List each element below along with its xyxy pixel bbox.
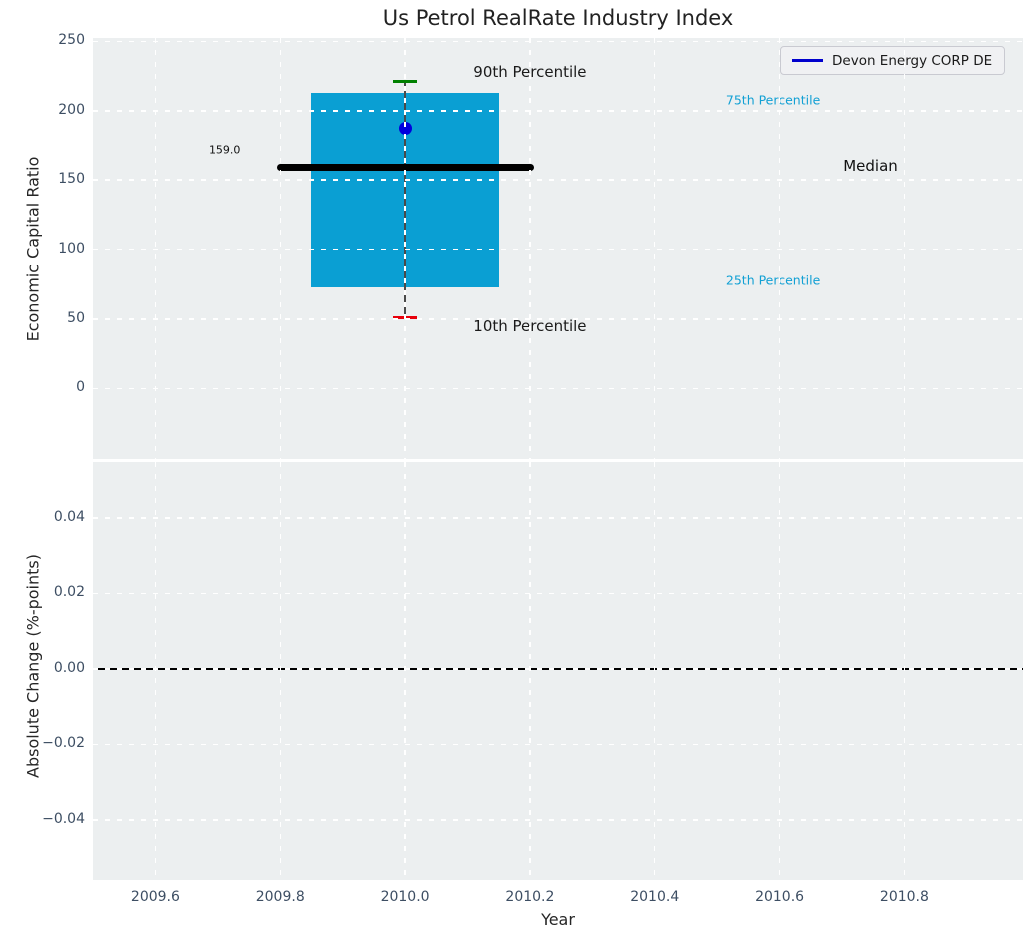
y-tick-label-top: 100 bbox=[58, 240, 85, 257]
y-tick-label-bottom: 0.02 bbox=[53, 584, 85, 601]
y-tick-label-bottom: −0.02 bbox=[42, 735, 85, 752]
x-tick-label: 2009.6 bbox=[130, 889, 180, 905]
y-tick-label-bottom: −0.04 bbox=[42, 810, 85, 827]
gridline-vertical bbox=[903, 462, 906, 880]
gridline-vertical bbox=[154, 462, 157, 880]
gridline-horizontal bbox=[93, 179, 1023, 181]
gridline-horizontal bbox=[93, 819, 1023, 821]
x-tick-label: 2010.8 bbox=[879, 889, 929, 905]
gridline-vertical bbox=[654, 462, 656, 880]
y-tick-label-bottom: 0.04 bbox=[53, 508, 85, 525]
gridline-vertical bbox=[279, 462, 281, 880]
x-tick-label: 2009.8 bbox=[255, 889, 305, 905]
gridline-vertical bbox=[778, 462, 781, 880]
figure-root: Us Petrol RealRate Industry Index Econom… bbox=[0, 0, 1034, 942]
legend-line-sample bbox=[792, 59, 823, 62]
gridline-horizontal bbox=[93, 517, 1023, 519]
y-tick-label-top: 150 bbox=[58, 171, 85, 188]
annotation-median-value: 159.0 bbox=[208, 143, 241, 157]
gridline-horizontal bbox=[93, 592, 1023, 595]
gridline-horizontal bbox=[93, 387, 1023, 389]
y-tick-label-top: 250 bbox=[58, 32, 85, 49]
annotation-25th-percentile: 25th Percentile bbox=[725, 272, 821, 288]
gridline-horizontal bbox=[93, 110, 1023, 112]
gridline-vertical bbox=[529, 462, 531, 880]
x-tick-label: 2010.2 bbox=[505, 889, 555, 905]
annotation-75th-percentile: 75th Percentile bbox=[725, 92, 821, 108]
x-tick-label: 2010.4 bbox=[630, 889, 680, 905]
x-axis-label: Year bbox=[541, 910, 575, 929]
gridline-vertical bbox=[404, 462, 406, 880]
legend: Devon Energy CORP DE bbox=[780, 46, 1006, 75]
annotation-median: Median bbox=[843, 157, 898, 176]
x-tick-label: 2010.6 bbox=[755, 889, 805, 905]
y-tick-label-top: 50 bbox=[67, 309, 85, 326]
gridline-horizontal bbox=[93, 668, 1023, 670]
y-tick-label-top: 200 bbox=[58, 101, 85, 118]
gridline-horizontal bbox=[93, 248, 1023, 251]
gridline-horizontal bbox=[93, 743, 1023, 746]
y-tick-label-top: 0 bbox=[76, 379, 85, 396]
y-tick-label-bottom: 0.00 bbox=[53, 659, 85, 676]
legend-label: Devon Energy CORP DE bbox=[832, 52, 993, 69]
gridline-horizontal bbox=[93, 318, 1023, 320]
x-tick-label: 2010.0 bbox=[380, 889, 430, 905]
gridline-horizontal bbox=[93, 40, 1023, 43]
chart-title: Us Petrol RealRate Industry Index bbox=[382, 6, 734, 30]
bottom-plot-area bbox=[93, 462, 1023, 880]
